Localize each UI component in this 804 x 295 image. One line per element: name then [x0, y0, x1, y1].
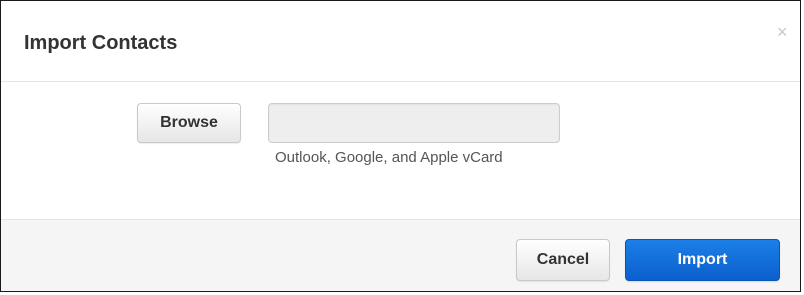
dialog-title: Import Contacts — [24, 32, 178, 54]
import-contacts-dialog: Import Contacts × Browse Outlook, Google… — [0, 0, 801, 292]
close-icon[interactable]: × — [777, 23, 788, 41]
browse-button[interactable]: Browse — [137, 103, 241, 143]
dialog-footer: Cancel Import — [1, 219, 800, 291]
dialog-body: Browse Outlook, Google, and Apple vCard — [1, 82, 800, 219]
dialog-header: Import Contacts × — [1, 1, 800, 82]
file-format-hint: Outlook, Google, and Apple vCard — [275, 149, 503, 166]
import-button[interactable]: Import — [625, 239, 780, 281]
cancel-button[interactable]: Cancel — [516, 239, 610, 281]
file-name-field[interactable] — [268, 103, 560, 143]
